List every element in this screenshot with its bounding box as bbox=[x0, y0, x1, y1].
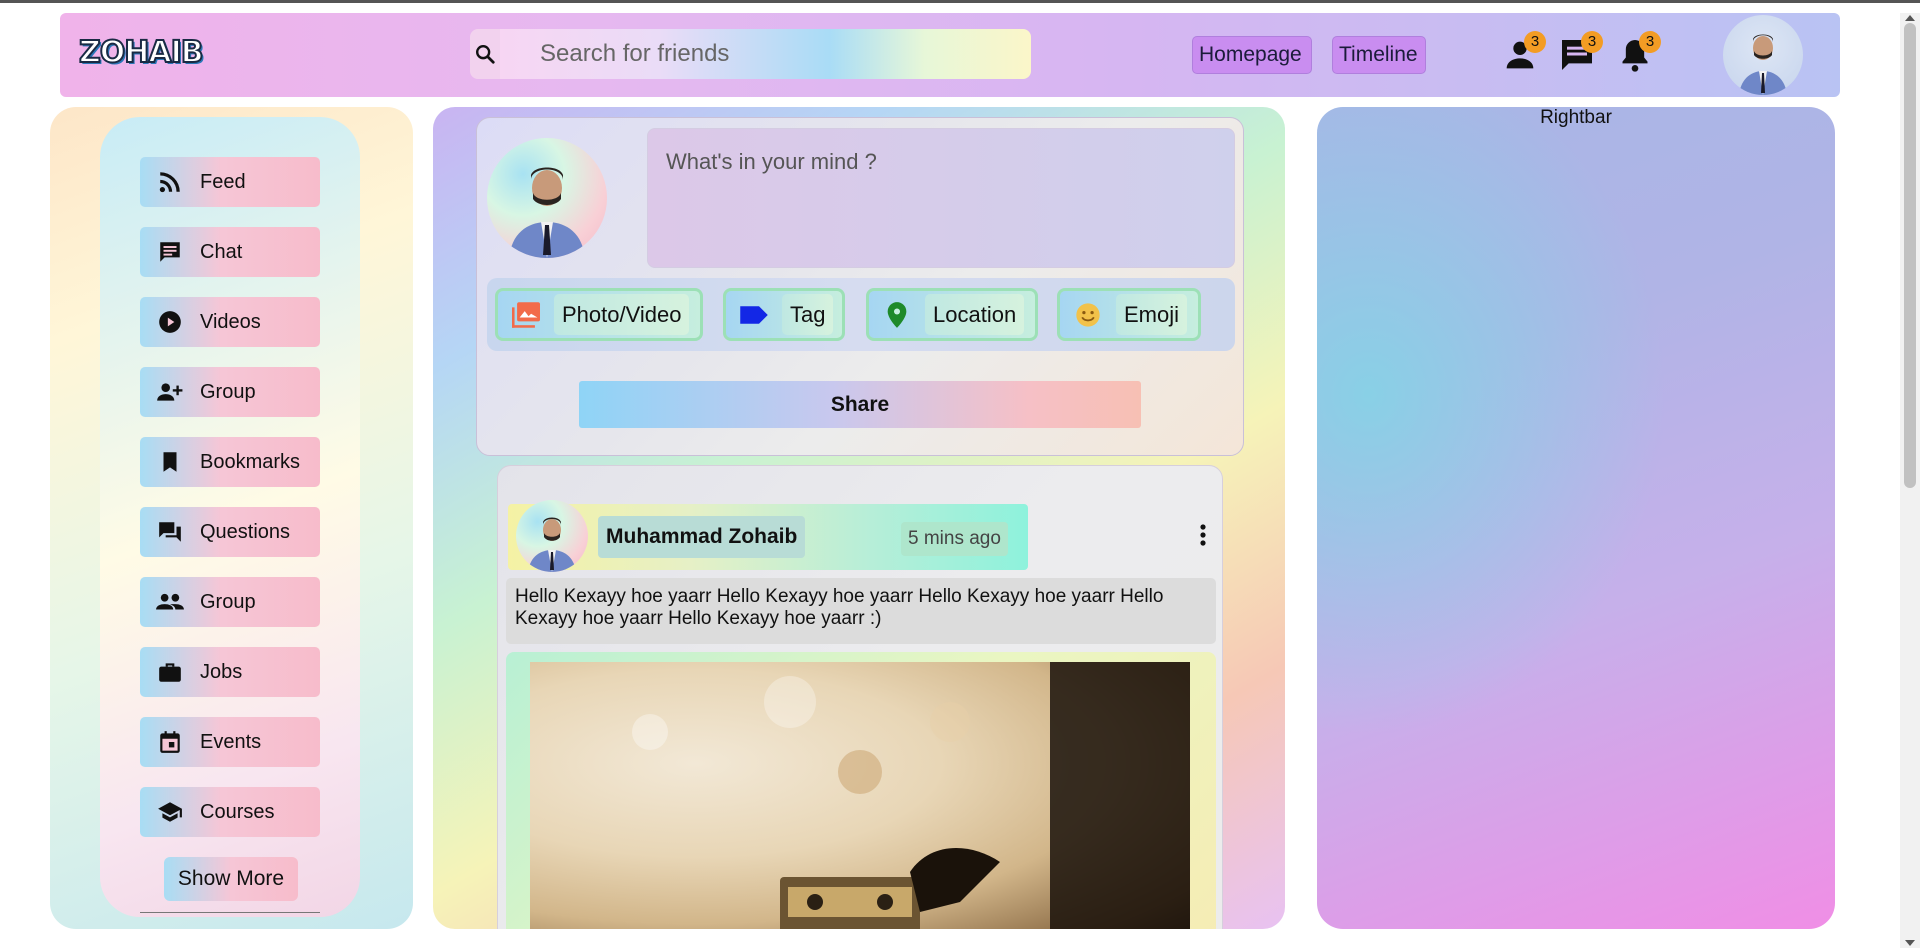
sidebar-item-courses[interactable]: Courses bbox=[140, 787, 320, 837]
friend-requests-badge: 3 bbox=[1524, 31, 1546, 53]
emoji-icon bbox=[1060, 291, 1116, 338]
search-input[interactable] bbox=[500, 29, 1031, 79]
left-sidebar: Feed Chat Videos Group Bookmarks Questio… bbox=[50, 107, 413, 929]
right-sidebar: Rightbar bbox=[1317, 107, 1835, 929]
composer-avatar bbox=[487, 138, 607, 258]
sidebar-item-label: Jobs bbox=[200, 660, 243, 683]
sidebar-item-label: Group bbox=[200, 380, 256, 403]
search-bar bbox=[470, 29, 1031, 79]
sidebar-item-label: Group bbox=[200, 590, 256, 613]
scroll-down-arrow-icon[interactable] bbox=[1905, 940, 1915, 946]
messages-badge: 3 bbox=[1581, 31, 1603, 53]
sidebar-item-label: Feed bbox=[200, 170, 246, 193]
post-composer: Photo/Video Tag Location Emoji Share bbox=[476, 117, 1244, 456]
sidebar-item-bookmarks[interactable]: Bookmarks bbox=[140, 437, 320, 487]
more-vert-icon[interactable] bbox=[1198, 522, 1208, 550]
sidebar-item-jobs[interactable]: Jobs bbox=[140, 647, 320, 697]
rss-feed-icon bbox=[140, 157, 200, 207]
sidebar-item-feed[interactable]: Feed bbox=[140, 157, 320, 207]
user-avatar[interactable] bbox=[1723, 15, 1803, 95]
play-circle-icon bbox=[140, 297, 200, 347]
forum-icon bbox=[140, 507, 200, 557]
post-image[interactable] bbox=[530, 662, 1190, 929]
emoji-option[interactable]: Emoji bbox=[1057, 288, 1201, 341]
sidebar-item-label: Questions bbox=[200, 520, 291, 543]
post-header: Muhammad Zohaib 5 mins ago bbox=[508, 500, 1028, 572]
photo-video-option[interactable]: Photo/Video bbox=[495, 288, 703, 341]
sidebar-item-label: Courses bbox=[200, 800, 275, 823]
share-button[interactable]: Share bbox=[579, 381, 1141, 428]
sidebar-item-chat[interactable]: Chat bbox=[140, 227, 320, 277]
friend-requests-button[interactable]: 3 bbox=[1500, 31, 1546, 75]
emoji-label: Emoji bbox=[1116, 294, 1188, 335]
photo-library-icon bbox=[498, 291, 554, 338]
label-icon bbox=[726, 291, 782, 338]
people-icon bbox=[140, 577, 200, 627]
post-author-name[interactable]: Muhammad Zohaib bbox=[598, 516, 806, 558]
search-icon[interactable] bbox=[470, 29, 500, 79]
show-more-button[interactable]: Show More bbox=[164, 857, 298, 901]
notifications-button[interactable]: 3 bbox=[1615, 31, 1661, 75]
sidebar-item-events[interactable]: Events bbox=[140, 717, 320, 767]
calendar-icon bbox=[140, 717, 200, 767]
location-label: Location bbox=[925, 294, 1025, 335]
sidebar-item-questions[interactable]: Questions bbox=[140, 507, 320, 557]
sidebar-item-videos[interactable]: Videos bbox=[140, 297, 320, 347]
composer-options: Photo/Video Tag Location Emoji bbox=[487, 278, 1235, 351]
briefcase-icon bbox=[140, 647, 200, 697]
location-option[interactable]: Location bbox=[866, 288, 1038, 341]
post-image-frame bbox=[506, 652, 1216, 929]
sidebar-item-label: Videos bbox=[200, 310, 261, 333]
rightbar-title: Rightbar bbox=[1540, 107, 1612, 128]
post-timestamp: 5 mins ago bbox=[901, 522, 1008, 556]
tag-option[interactable]: Tag bbox=[723, 288, 845, 341]
scroll-up-arrow-icon[interactable] bbox=[1905, 15, 1915, 21]
window-top-border bbox=[0, 0, 1920, 3]
location-pin-icon bbox=[869, 291, 925, 338]
post-text: Hello Kexayy hoe yaarr Hello Kexayy hoe … bbox=[506, 578, 1216, 644]
bookmark-icon bbox=[140, 437, 200, 487]
sidebar-item-label: Events bbox=[200, 730, 262, 753]
feed: Photo/Video Tag Location Emoji Share bbox=[433, 107, 1285, 929]
left-sidebar-menu: Feed Chat Videos Group Bookmarks Questio… bbox=[100, 117, 360, 917]
nav-timeline-link[interactable]: Timeline bbox=[1332, 36, 1426, 74]
topbar: ZOHAIB Homepage Timeline 3 3 3 bbox=[60, 13, 1840, 97]
messages-button[interactable]: 3 bbox=[1557, 31, 1603, 75]
divider bbox=[140, 912, 320, 913]
post-card: Muhammad Zohaib 5 mins ago Hello Kexayy … bbox=[497, 465, 1223, 929]
sidebar-item-label: Chat bbox=[200, 240, 243, 263]
page-scroll-thumb[interactable] bbox=[1904, 23, 1916, 488]
school-icon bbox=[140, 787, 200, 837]
composer-input[interactable] bbox=[647, 128, 1235, 268]
rightbar-background bbox=[1317, 107, 1835, 929]
sidebar-item-label: Bookmarks bbox=[200, 450, 301, 473]
photo-video-label: Photo/Video bbox=[554, 294, 690, 335]
brand-logo[interactable]: ZOHAIB bbox=[78, 34, 205, 71]
group-add-icon bbox=[140, 367, 200, 417]
sidebar-item-group[interactable]: Group bbox=[140, 367, 320, 417]
nav-homepage-link[interactable]: Homepage bbox=[1192, 36, 1312, 74]
post-author-avatar[interactable] bbox=[516, 500, 588, 572]
chat-icon bbox=[140, 227, 200, 277]
notifications-badge: 3 bbox=[1639, 31, 1661, 53]
sidebar-item-group-2[interactable]: Group bbox=[140, 577, 320, 627]
tag-label: Tag bbox=[782, 294, 834, 335]
page-scrollbar[interactable] bbox=[1900, 13, 1920, 948]
